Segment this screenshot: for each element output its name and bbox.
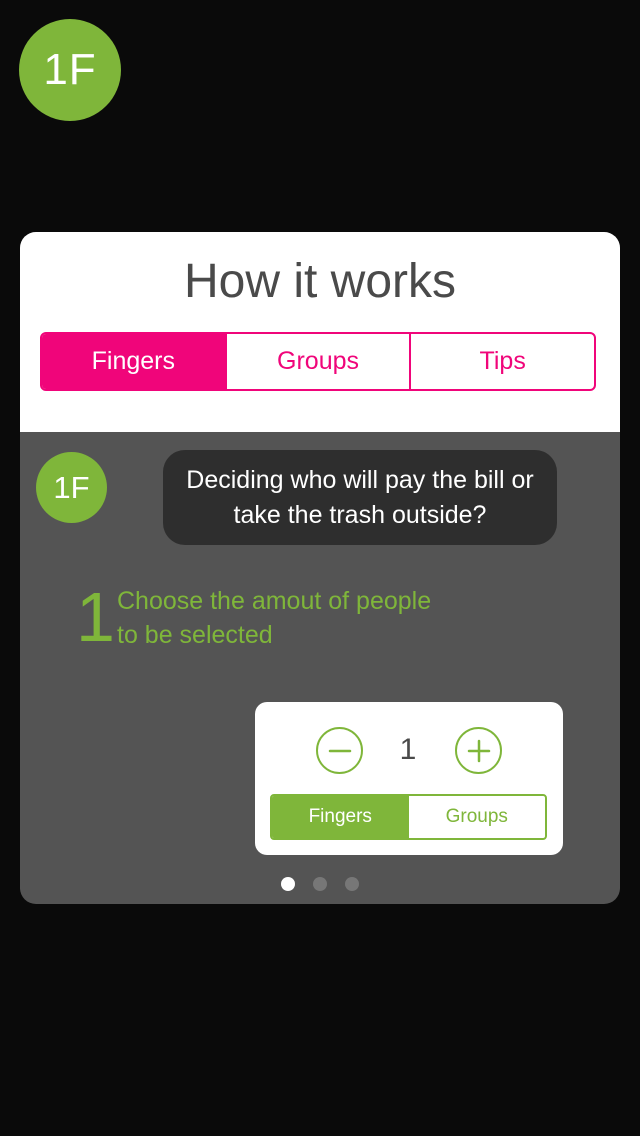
app-logo: 1F: [19, 19, 121, 121]
slide-logo-text: 1F: [53, 469, 90, 505]
page-dot-3[interactable]: [345, 877, 359, 891]
speech-bubble-text: Deciding who will pay the bill or take t…: [186, 465, 534, 529]
how-it-works-card: How it works Fingers Groups Tips 1F Deci…: [20, 232, 620, 904]
minus-circle-icon[interactable]: [316, 727, 363, 774]
plus-circle-icon[interactable]: [455, 727, 502, 774]
page-title: How it works: [183, 255, 457, 308]
app-logo-text: 1F: [43, 45, 97, 94]
slide-logo: 1F: [36, 452, 107, 523]
card-header: How it works Fingers Groups Tips: [20, 232, 620, 432]
tab-groups[interactable]: Groups: [224, 334, 410, 389]
tab-segmented-control: Fingers Groups Tips: [40, 332, 596, 391]
step-description: Choose the amout of people to be selecte…: [117, 587, 432, 649]
tab-tips[interactable]: Tips: [409, 334, 594, 389]
selection-count: 1: [399, 733, 417, 766]
page-dot-1[interactable]: [281, 877, 295, 891]
demo-widget: 1 Fingers Groups: [255, 702, 563, 855]
mode-segmented-control: Fingers Groups: [270, 794, 547, 840]
speech-bubble: Deciding who will pay the bill or take t…: [163, 450, 557, 545]
mode-fingers[interactable]: Fingers: [272, 796, 409, 838]
mode-groups[interactable]: Groups: [409, 796, 546, 838]
page-dot-2[interactable]: [313, 877, 327, 891]
step-number: 1: [76, 578, 115, 656]
tab-fingers[interactable]: Fingers: [42, 334, 225, 389]
page-indicator[interactable]: [20, 877, 620, 891]
